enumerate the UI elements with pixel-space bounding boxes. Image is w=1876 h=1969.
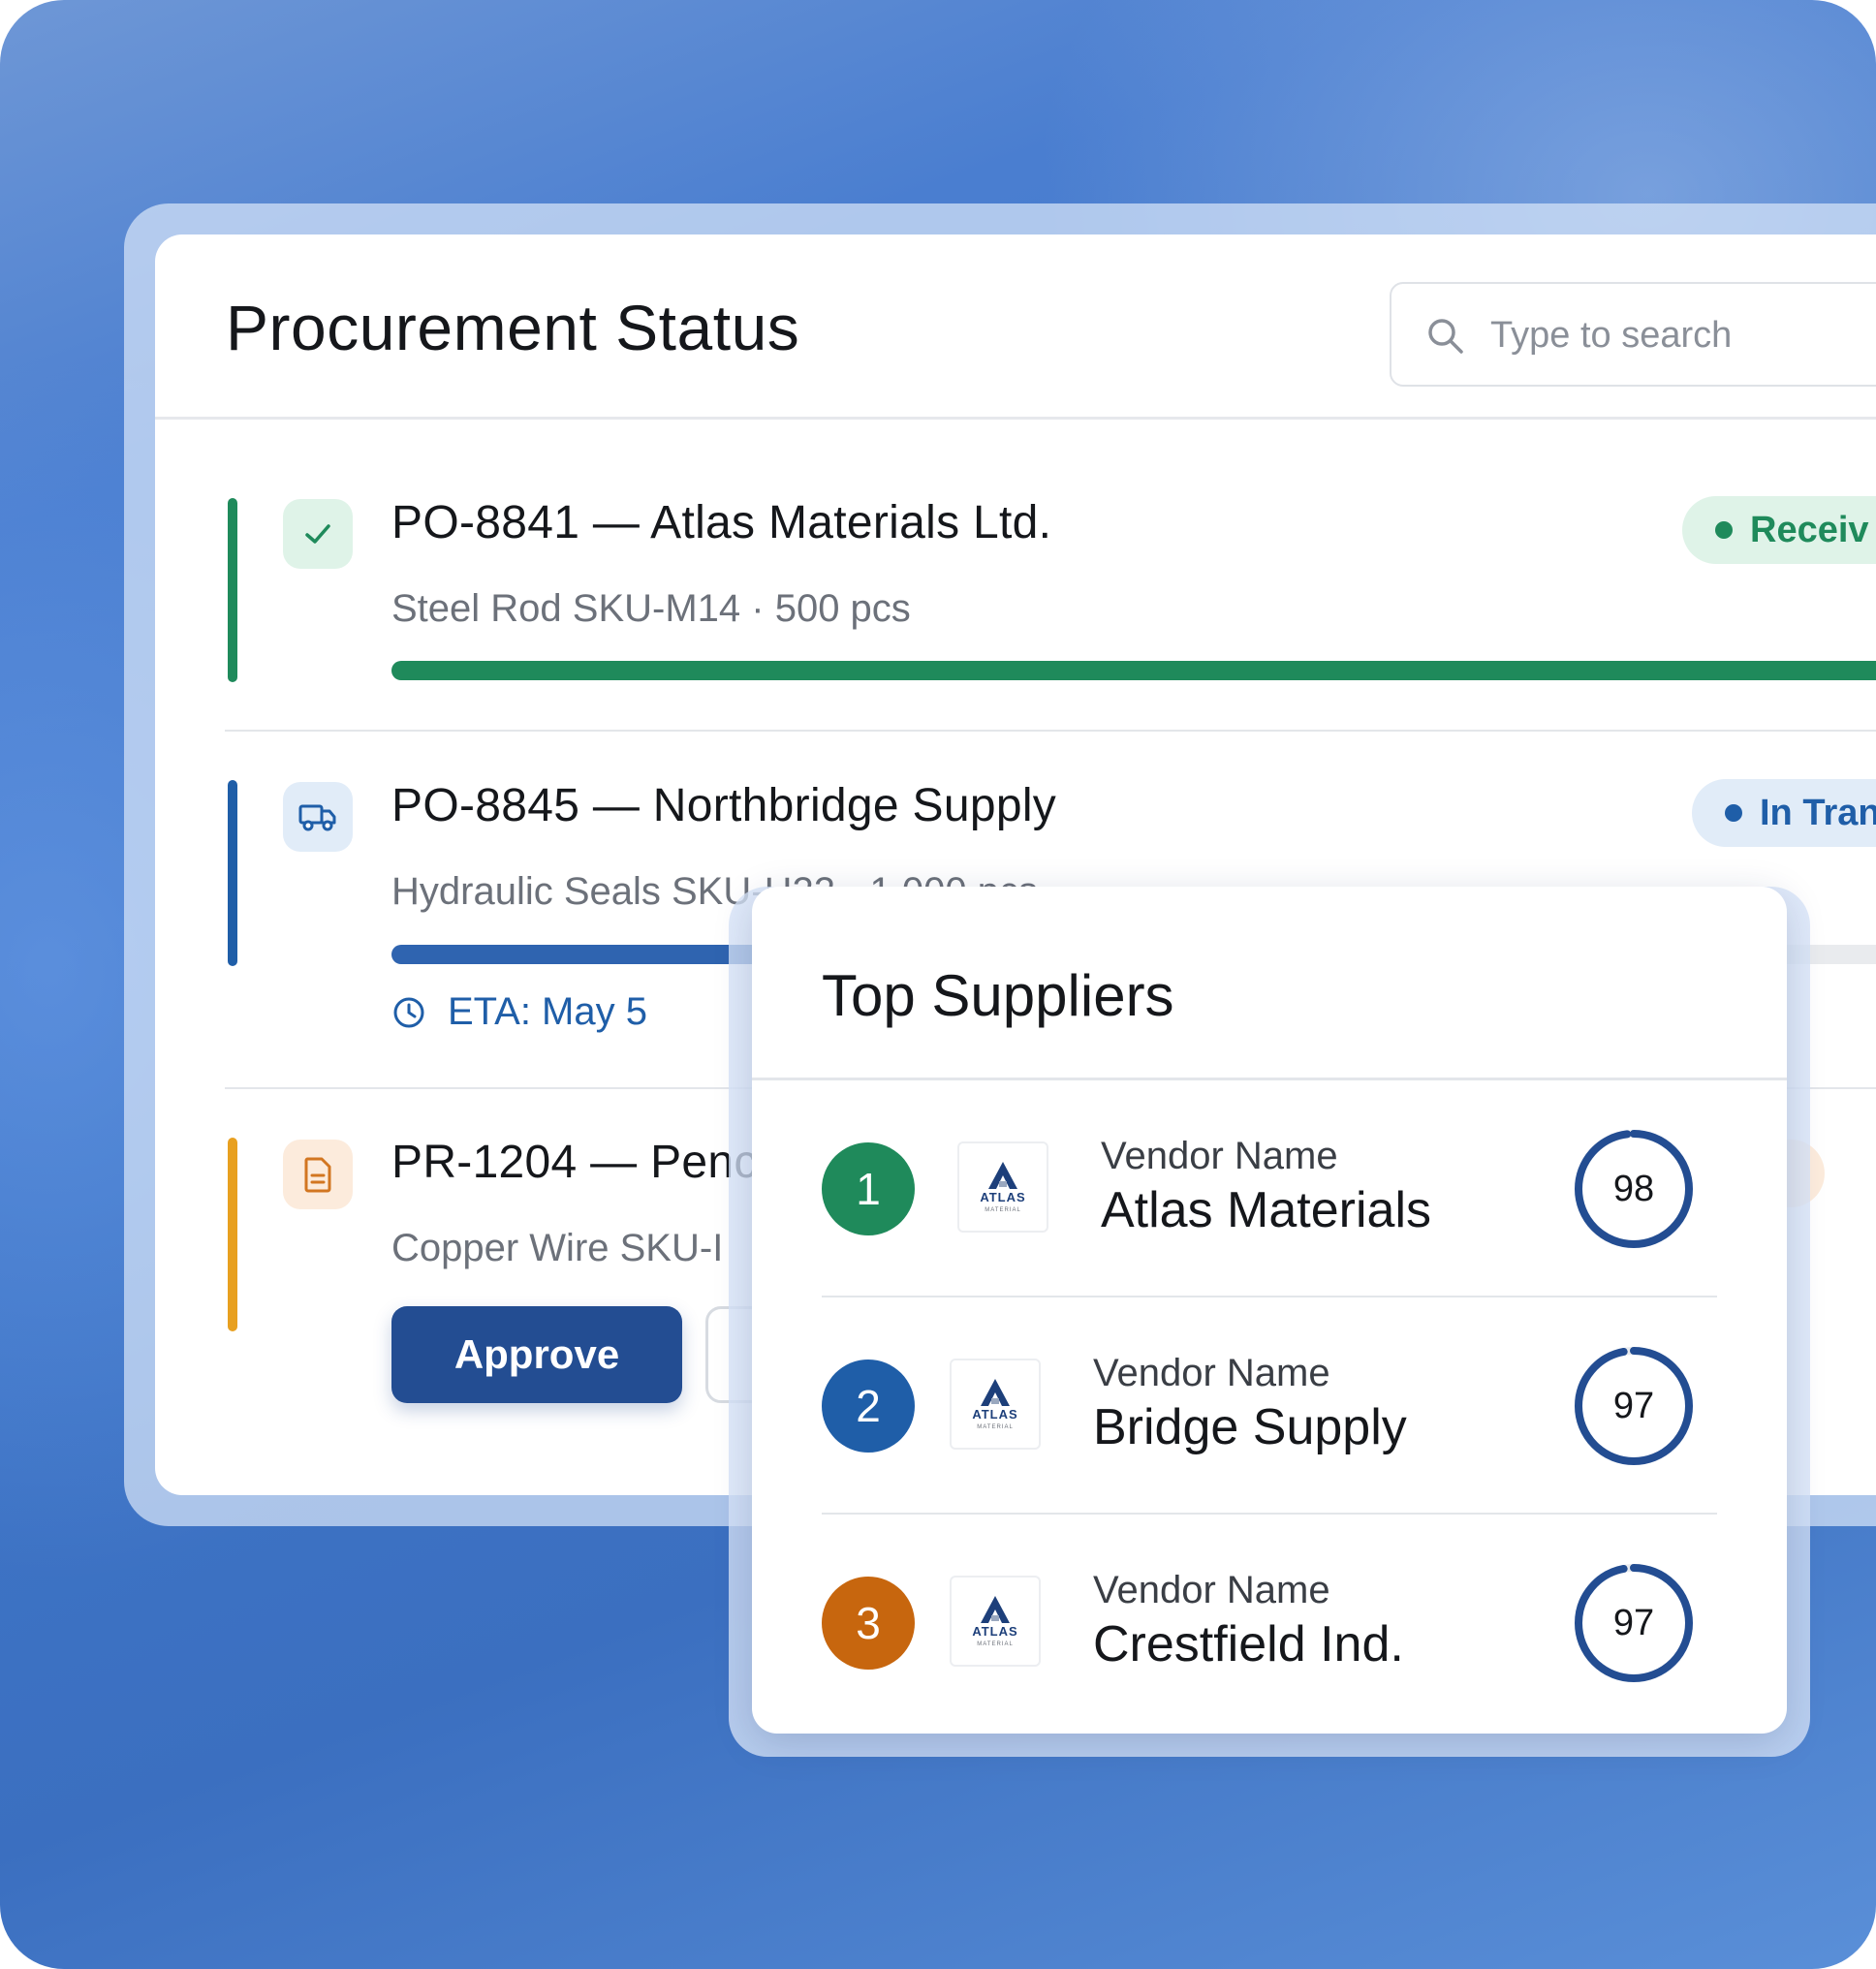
score-value: 97: [1612, 1385, 1655, 1426]
suppliers-title: Top Suppliers: [822, 963, 1174, 1028]
truck-icon: [283, 782, 353, 852]
clock-icon: [393, 997, 424, 1027]
vendor-name: Crestfield Ind.: [1093, 1616, 1404, 1672]
approve-button[interactable]: Approve: [391, 1306, 682, 1403]
eta-info: ETA: May 5: [391, 990, 647, 1034]
score-ring: 97: [1572, 1561, 1696, 1685]
eta-label: ETA: May 5: [448, 990, 647, 1033]
rank-badge: 3: [822, 1577, 915, 1670]
score-ring: 98: [1572, 1127, 1696, 1251]
vendor-logo: ATLAS MATERIAL: [957, 1141, 1048, 1233]
logo-subtext: MATERIAL: [977, 1424, 1014, 1430]
progress-fill: [391, 661, 1876, 680]
progress-bar: [391, 661, 1876, 680]
search-icon: [1428, 319, 1463, 354]
search-input[interactable]: [1488, 305, 1876, 365]
vendor-logo: ATLAS MATERIAL: [950, 1576, 1041, 1667]
status-dot: [1725, 804, 1742, 822]
order-title: PR-1204 — Penc: [391, 1137, 758, 1188]
rank-badge: 1: [822, 1142, 915, 1235]
status-badge: In Tran: [1692, 779, 1876, 847]
background: Procurement Status PO-8841 — Atlas Mater…: [0, 0, 1876, 1969]
search-box[interactable]: [1390, 282, 1876, 387]
logo-text: ATLAS: [980, 1190, 1025, 1204]
status-dot: [1715, 521, 1733, 539]
order-meta: Copper Wire SKU-I: [391, 1227, 724, 1269]
supplier-row[interactable]: 2 ATLAS MATERIAL Vendor Name Bridge Supp…: [822, 1297, 1717, 1515]
panel-header: Procurement Status: [155, 234, 1876, 420]
check-icon: [283, 499, 353, 569]
order-title: PO-8845 — Northbridge Supply: [391, 780, 1057, 831]
logo-subtext: MATERIAL: [977, 1641, 1014, 1647]
page-title: Procurement Status: [226, 292, 800, 363]
document-icon: [283, 1140, 353, 1209]
vendor-logo: ATLAS MATERIAL: [950, 1359, 1041, 1450]
suppliers-card: Top Suppliers 1 ATLAS MATERIAL Vendor Na…: [752, 887, 1787, 1734]
order-title: PO-8841 — Atlas Materials Ltd.: [391, 497, 1052, 548]
status-badge: Receiv: [1682, 496, 1876, 564]
order-accent-bar: [228, 498, 237, 682]
score-ring: 97: [1572, 1344, 1696, 1468]
vendor-label: Vendor Name: [1101, 1135, 1338, 1177]
score-value: 97: [1612, 1602, 1655, 1643]
order-meta: Steel Rod SKU-M14 · 500 pcs: [391, 587, 911, 630]
vendor-name: Bridge Supply: [1093, 1399, 1407, 1455]
supplier-row[interactable]: 3 ATLAS MATERIAL Vendor Name Crestfield …: [822, 1515, 1717, 1732]
vendor-label: Vendor Name: [1093, 1569, 1330, 1611]
divider: [225, 730, 1876, 732]
order-accent-bar: [228, 1138, 237, 1331]
status-label: In Tran: [1760, 792, 1876, 833]
score-value: 98: [1612, 1168, 1655, 1209]
vendor-label: Vendor Name: [1093, 1352, 1330, 1394]
logo-text: ATLAS: [972, 1624, 1017, 1639]
supplier-row[interactable]: 1 ATLAS MATERIAL Vendor Name Atlas Mater…: [822, 1080, 1717, 1297]
status-label: Receiv: [1750, 509, 1869, 550]
logo-subtext: MATERIAL: [985, 1207, 1021, 1213]
vendor-name: Atlas Materials: [1101, 1182, 1431, 1238]
logo-text: ATLAS: [972, 1407, 1017, 1422]
rank-badge: 2: [822, 1360, 915, 1453]
order-accent-bar: [228, 780, 237, 966]
